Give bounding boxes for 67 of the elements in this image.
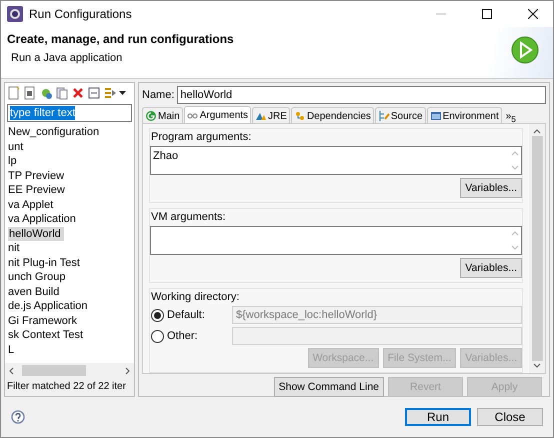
tree-item[interactable]: Gi Framework bbox=[5, 314, 78, 326]
radio-button[interactable] bbox=[151, 308, 164, 322]
close-button[interactable]: Close bbox=[477, 408, 543, 426]
variables-button[interactable]: Variables... bbox=[460, 258, 522, 278]
variables-button[interactable]: Variables... bbox=[460, 178, 522, 198]
window-icon bbox=[430, 110, 442, 122]
name-label: Name: bbox=[142, 89, 174, 101]
tab-icon bbox=[145, 110, 157, 122]
document-icon[interactable] bbox=[7, 86, 21, 100]
tree-item[interactable]: de.js Application bbox=[5, 300, 88, 312]
circles-icon[interactable] bbox=[39, 86, 53, 100]
tree-item[interactable]: va Applet bbox=[5, 198, 54, 210]
delete-icon[interactable] bbox=[71, 86, 85, 100]
group-label: Working directory: bbox=[150, 291, 240, 303]
collapse-icon[interactable] bbox=[87, 86, 101, 100]
scrollbar-thumb[interactable] bbox=[532, 136, 542, 361]
filter-icon[interactable] bbox=[103, 86, 117, 100]
tree-item[interactable]: New_configuration bbox=[5, 126, 100, 138]
tree-item[interactable]: EE Preview bbox=[5, 184, 65, 196]
group-label: VM arguments: bbox=[150, 211, 227, 223]
header-subtitle: Run a Java application bbox=[10, 52, 124, 64]
tree-item[interactable]: unt bbox=[5, 140, 24, 152]
close-icon[interactable] bbox=[528, 9, 538, 19]
radio-button[interactable] bbox=[151, 330, 164, 342]
scroll-left-icon[interactable] bbox=[9, 366, 14, 374]
tab[interactable]: Arguments bbox=[184, 106, 252, 124]
radio-label[interactable]: Default: bbox=[167, 309, 229, 321]
tree-item[interactable]: nit bbox=[5, 242, 20, 254]
source-icon bbox=[378, 110, 390, 122]
scroll-right-icon[interactable] bbox=[125, 366, 130, 374]
app-icon bbox=[7, 6, 23, 22]
name-field[interactable]: helloWorld bbox=[177, 86, 546, 104]
tab[interactable]: Source bbox=[374, 107, 426, 124]
directory-field[interactable]: ${workspace_loc:helloWorld} bbox=[232, 306, 522, 324]
tab[interactable]: Main bbox=[142, 107, 183, 124]
tree-item[interactable]: aven Build bbox=[5, 286, 60, 298]
group-label: Program arguments: bbox=[150, 131, 252, 143]
tree-item[interactable]: TP Preview bbox=[5, 170, 64, 182]
filter-field[interactable]: type filter text bbox=[7, 104, 132, 122]
tree-item[interactable]: lp bbox=[5, 155, 17, 167]
tab[interactable]: Dependencies bbox=[290, 107, 374, 124]
tab[interactable]: Environment bbox=[426, 107, 502, 124]
tree-item[interactable]: L bbox=[5, 344, 14, 356]
directory-field[interactable] bbox=[232, 327, 522, 345]
radio-label[interactable]: Other: bbox=[167, 330, 229, 342]
maximize-icon[interactable] bbox=[482, 9, 492, 19]
tree-item[interactable]: nit Plug-in Test bbox=[5, 256, 80, 268]
more-tabs[interactable]: »$_{5}$ bbox=[502, 111, 519, 124]
dropdown-icon[interactable] bbox=[119, 91, 126, 95]
filter-status: Filter matched 22 of 22 iter bbox=[5, 378, 134, 396]
tree-item[interactable]: sk Context Test bbox=[5, 329, 83, 341]
tree-item[interactable]: helloWorld bbox=[8, 226, 64, 241]
window-title: Run Configurations bbox=[29, 7, 133, 21]
scroll-down-icon[interactable] bbox=[533, 363, 541, 369]
header-title: Create, manage, and run configurations bbox=[7, 32, 235, 46]
tab[interactable]: JRE bbox=[252, 107, 290, 124]
tree-item[interactable]: unch Group bbox=[5, 271, 66, 283]
tree-item[interactable]: va Application bbox=[5, 213, 76, 225]
run-button[interactable]: Run bbox=[405, 408, 471, 426]
scrollbar-thumb[interactable] bbox=[22, 365, 86, 376]
play-icon bbox=[511, 36, 539, 64]
dependencies-icon bbox=[294, 110, 306, 122]
help-icon[interactable] bbox=[11, 410, 25, 424]
show-command-line-button[interactable]: Show Command Line bbox=[274, 377, 384, 397]
document-icon[interactable] bbox=[23, 86, 37, 100]
scroll-up-icon[interactable] bbox=[533, 128, 541, 134]
documents-icon[interactable] bbox=[55, 86, 69, 100]
